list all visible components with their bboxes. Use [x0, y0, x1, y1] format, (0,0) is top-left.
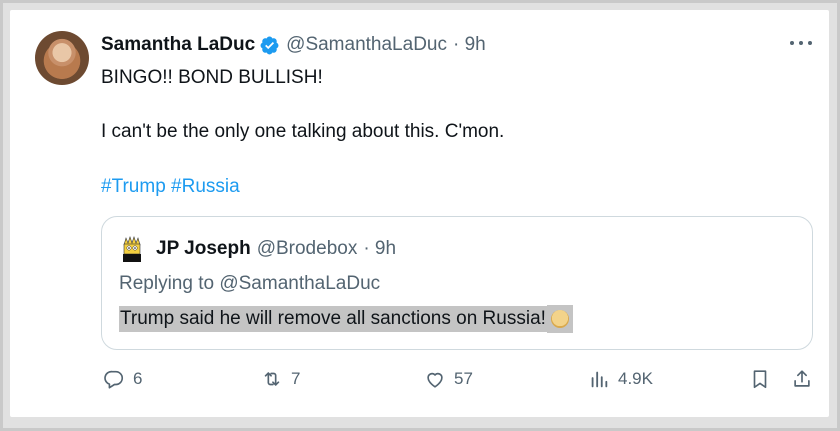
quoted-tweet[interactable]: JP Joseph @Brodebox · 9h Replying to @Sa… [101, 216, 813, 350]
reply-count: 6 [133, 369, 143, 388]
tweet-time[interactable]: · 9h [453, 34, 486, 56]
replying-to: Replying to @SamanthaLaDuc [119, 273, 380, 295]
views-count: 4.9K [618, 369, 653, 388]
retweet-button[interactable]: 7 [261, 368, 300, 390]
author-handle[interactable]: @SamanthaLaDuc [286, 34, 447, 56]
quote-author-avatar[interactable] [119, 235, 145, 263]
hashtag-trump[interactable]: #Trump [101, 176, 166, 197]
quote-text: Trump said he will remove all sanctions … [119, 305, 573, 333]
replying-to-label: Replying to [119, 273, 215, 294]
quote-text-content: Trump said he will remove all sanctions … [119, 306, 547, 332]
heart-icon [427, 372, 443, 388]
retweet-icon [264, 372, 280, 386]
verified-badge-icon [260, 36, 279, 54]
quote-time: · 9h [363, 238, 397, 259]
hashtags: #Trump #Russia [101, 176, 240, 198]
bookmark-icon [753, 370, 767, 389]
replying-to-handle[interactable]: @SamanthaLaDuc [219, 273, 380, 294]
share-icon [794, 370, 810, 387]
wink-face-icon [546, 305, 573, 333]
hashtag-russia[interactable]: #Russia [171, 176, 240, 197]
reply-icon [104, 370, 124, 389]
bookmark-button[interactable] [749, 368, 771, 390]
like-button[interactable]: 57 [424, 368, 473, 390]
reply-button[interactable]: 6 [103, 368, 142, 390]
tweet-text-line-2: I can't be the only one talking about th… [101, 121, 505, 142]
screenshot-frame: Samantha LaDuc @SamanthaLaDuc · 9h BINGO… [3, 3, 837, 428]
tweet-text-line-1: BINGO!! BOND BULLISH! [101, 67, 323, 88]
tweet-card[interactable]: Samantha LaDuc @SamanthaLaDuc · 9h BINGO… [10, 10, 829, 417]
author-avatar[interactable] [35, 31, 89, 85]
like-count: 57 [454, 369, 473, 388]
views-button[interactable]: 4.9K [588, 368, 653, 390]
quote-author-handle[interactable]: @Brodebox [257, 238, 358, 260]
views-icon [591, 371, 608, 388]
action-bar: 6 7 57 4.9K [101, 368, 813, 394]
retweet-count: 7 [291, 369, 301, 388]
share-button[interactable] [791, 368, 813, 390]
author-name[interactable]: Samantha LaDuc [101, 34, 255, 56]
tweet-header: Samantha LaDuc @SamanthaLaDuc · 9h [101, 34, 486, 56]
quote-header: JP Joseph @Brodebox · 9h [156, 238, 396, 260]
more-options-icon[interactable] [790, 38, 812, 48]
quote-author-name[interactable]: JP Joseph [156, 238, 251, 260]
